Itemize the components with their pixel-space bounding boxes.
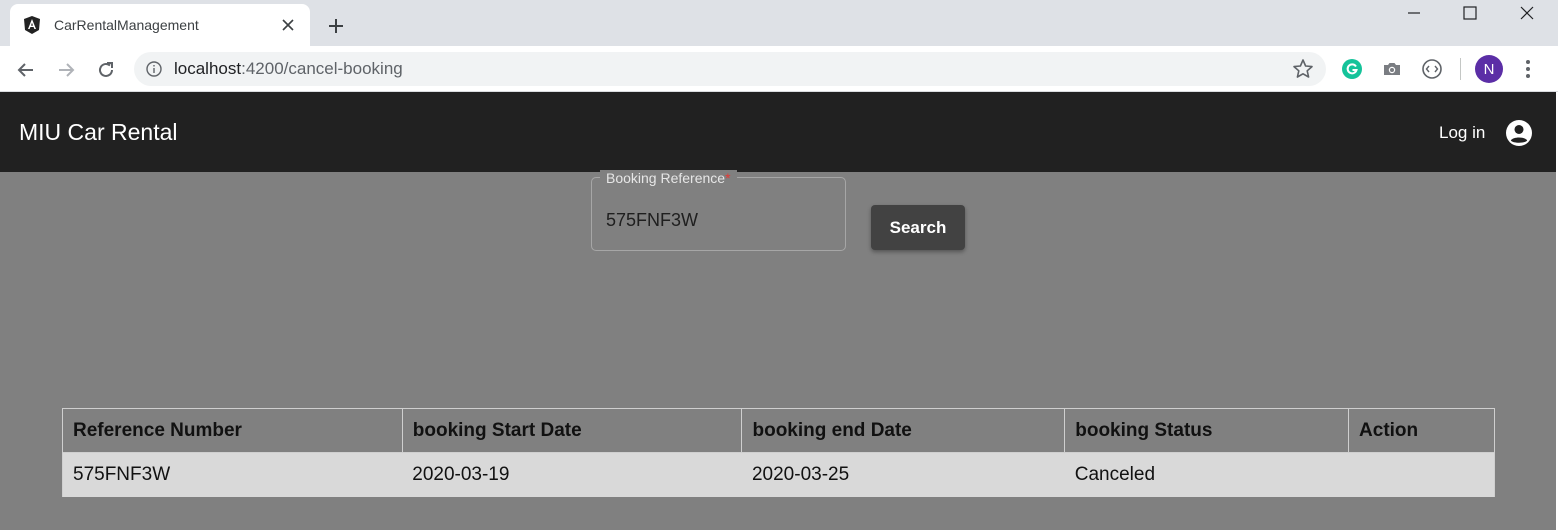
toolbar-divider <box>1460 58 1461 80</box>
maximize-button[interactable] <box>1442 0 1498 26</box>
code-icon[interactable] <box>1420 57 1444 81</box>
grammarly-icon[interactable] <box>1340 57 1364 81</box>
profile-avatar[interactable]: N <box>1475 55 1503 83</box>
close-icon[interactable] <box>278 15 298 35</box>
cell-action <box>1348 452 1495 497</box>
url-host: localhost <box>174 59 242 78</box>
table-header-row: Reference Number booking Start Date book… <box>62 408 1495 453</box>
booking-reference-label: Booking Reference* <box>600 170 737 186</box>
address-url: localhost:4200/cancel-booking <box>174 59 403 79</box>
browser-tab[interactable]: CarRentalManagement <box>10 4 310 46</box>
minimize-button[interactable] <box>1386 0 1442 26</box>
column-header-status: booking Status <box>1064 408 1350 453</box>
star-icon[interactable] <box>1292 58 1314 80</box>
login-button[interactable]: Log in <box>1439 123 1485 143</box>
back-button[interactable] <box>10 54 42 86</box>
cell-reference: 575FNF3W <box>62 452 403 497</box>
booking-reference-field: Booking Reference* <box>591 170 846 251</box>
angular-icon <box>22 15 42 35</box>
reload-button[interactable] <box>90 54 122 86</box>
cell-status: Canceled <box>1064 452 1349 497</box>
column-header-reference: Reference Number <box>62 408 403 453</box>
search-button[interactable]: Search <box>871 205 965 250</box>
menu-icon[interactable] <box>1516 57 1540 81</box>
forward-button[interactable] <box>50 54 82 86</box>
window-close-button[interactable] <box>1499 0 1555 26</box>
column-header-end-date: booking end Date <box>741 408 1066 453</box>
address-bar[interactable]: localhost:4200/cancel-booking <box>134 52 1326 86</box>
label-text: Booking Reference <box>606 170 726 186</box>
new-tab-button[interactable] <box>322 12 350 40</box>
cell-end-date: 2020-03-25 <box>741 452 1065 497</box>
cell-start-date: 2020-03-19 <box>402 452 742 497</box>
required-mark: * <box>725 170 731 186</box>
camera-icon[interactable] <box>1380 57 1404 81</box>
url-path: :4200/cancel-booking <box>241 59 403 78</box>
account-circle-icon[interactable] <box>1505 119 1533 147</box>
column-header-action: Action <box>1348 408 1495 453</box>
bookings-table: Reference Number booking Start Date book… <box>62 408 1495 497</box>
brand-title: MIU Car Rental <box>19 119 178 145</box>
tab-title: CarRentalManagement <box>54 17 199 33</box>
info-icon[interactable] <box>134 61 174 77</box>
browser-toolbar: localhost:4200/cancel-booking <box>0 46 1558 92</box>
column-header-start-date: booking Start Date <box>401 408 743 453</box>
browser-tabstrip: CarRentalManagement <box>0 0 1558 46</box>
table-row: 575FNF3W 2020-03-19 2020-03-25 Canceled <box>62 452 1495 497</box>
app-header: MIU Car Rental Log in <box>0 92 1556 172</box>
booking-reference-input[interactable] <box>606 208 831 232</box>
